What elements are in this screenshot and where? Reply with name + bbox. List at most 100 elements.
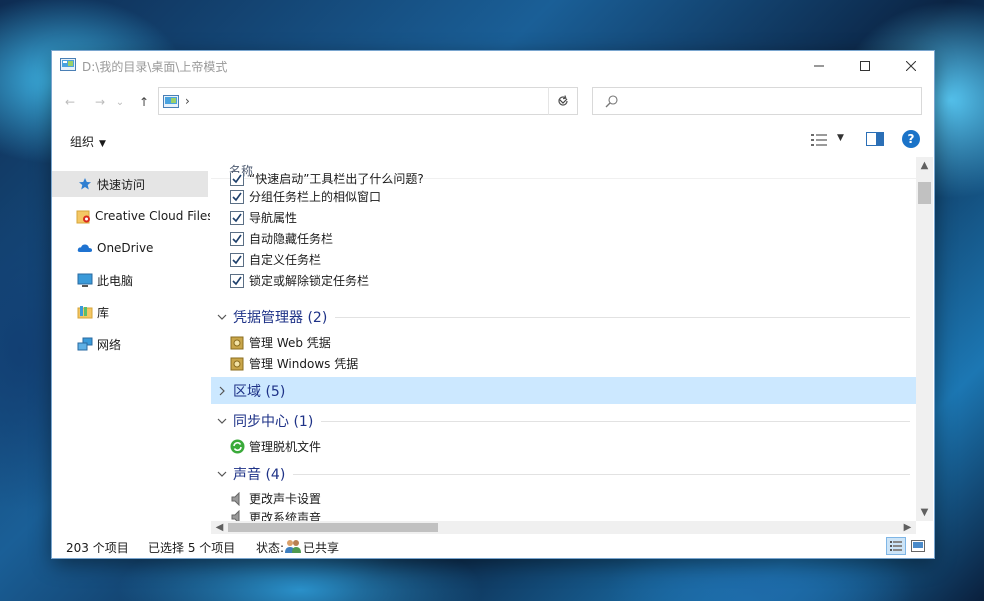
- status-value: 已共享: [303, 541, 340, 555]
- group-divider: [321, 421, 910, 422]
- status-bar: 203 个项目 已选择 5 个项目 状态: 已共享: [52, 534, 934, 558]
- back-arrow-icon: ←: [64, 95, 76, 109]
- speaker-icon: [229, 509, 245, 521]
- sidebar-item-creative-cloud[interactable]: Creative Cloud Files: [52, 203, 210, 229]
- organize-menu[interactable]: 组织 ▼: [70, 133, 106, 150]
- taskbar-checkbox-icon: [229, 173, 245, 187]
- list-item[interactable]: 导航属性: [229, 207, 297, 228]
- sidebar-item-label: 此电脑: [97, 273, 134, 288]
- group-header-region[interactable]: 区域 (5): [211, 377, 916, 404]
- refresh-button[interactable]: [548, 87, 578, 115]
- minimize-icon: [814, 65, 824, 67]
- scroll-up-icon[interactable]: ▲: [916, 157, 933, 174]
- item-label: 锁定或解除锁定任务栏: [249, 274, 370, 288]
- group-label: 同步中心 (1): [233, 413, 314, 430]
- list-item[interactable]: 管理脱机文件: [229, 436, 321, 457]
- creative-cloud-folder-icon: [76, 207, 92, 225]
- sidebar-item-label: Creative Cloud Files: [95, 209, 210, 223]
- item-label: 更改声卡设置: [249, 492, 322, 506]
- vertical-scrollbar[interactable]: ▲ ▼: [916, 157, 933, 521]
- group-label: 声音 (4): [233, 466, 286, 483]
- item-label: 管理 Windows 凭据: [249, 357, 359, 371]
- back-button[interactable]: ←: [60, 92, 80, 112]
- minimize-button[interactable]: [796, 51, 842, 81]
- list-item[interactable]: 管理 Windows 凭据: [229, 353, 358, 374]
- item-count: 203 个项目: [66, 541, 129, 555]
- item-label: 导航属性: [249, 211, 298, 225]
- search-icon: [605, 95, 618, 108]
- group-label: 区域 (5): [233, 383, 286, 400]
- list-item[interactable]: 自动隐藏任务栏: [229, 228, 333, 249]
- caret-down-icon: ▼: [99, 139, 106, 149]
- group-header-sound[interactable]: 声音 (4): [211, 460, 916, 487]
- scroll-right-icon[interactable]: ▶: [899, 521, 916, 534]
- scrollbar-thumb[interactable]: [918, 182, 931, 204]
- sidebar-item-onedrive[interactable]: OneDrive: [52, 235, 208, 261]
- control-panel-icon: [163, 95, 179, 108]
- group-divider: [293, 474, 910, 475]
- help-button[interactable]: ?: [902, 130, 920, 148]
- item-label: 自动隐藏任务栏: [249, 232, 334, 246]
- scroll-down-icon[interactable]: ▼: [916, 504, 933, 521]
- list-item[interactable]: 更改系统声音: [229, 509, 321, 521]
- address-bar[interactable]: ›: [158, 87, 578, 115]
- group-divider: [335, 317, 910, 318]
- preview-pane-button[interactable]: [866, 132, 884, 148]
- sidebar-item-quick-access[interactable]: 快速访问: [52, 171, 208, 197]
- chevron-down-icon: [217, 469, 227, 479]
- navigation-pane: 快速访问 Creative Cloud Files OneDrive 此电脑 库: [52, 157, 210, 534]
- list-item[interactable]: 自定义任务栏: [229, 249, 321, 270]
- details-view-button[interactable]: [886, 537, 906, 555]
- list-item[interactable]: 分组任务栏上的相似窗口: [229, 186, 381, 207]
- chevron-right-icon: [217, 386, 227, 396]
- maximize-button[interactable]: [842, 51, 888, 81]
- up-arrow-icon: ↑: [138, 95, 150, 109]
- list-item[interactable]: 管理 Web 凭据: [229, 332, 331, 353]
- large-icons-view-button[interactable]: [908, 537, 928, 555]
- title-bar[interactable]: D:\我的目录\桌面\上帝模式: [52, 51, 934, 81]
- sidebar-item-label: 网络: [97, 337, 122, 352]
- forward-arrow-icon: →: [94, 95, 106, 109]
- window-title: D:\我的目录\桌面\上帝模式: [82, 60, 228, 74]
- details-view-icon: [890, 541, 902, 551]
- sort-ascending-icon: ^: [611, 157, 619, 163]
- caret-down-icon: ▼: [837, 133, 844, 143]
- sidebar-item-network[interactable]: 网络: [52, 331, 208, 357]
- item-label: 分组任务栏上的相似窗口: [249, 190, 382, 204]
- status-label: 状态:: [256, 541, 285, 555]
- forward-button[interactable]: →: [90, 92, 110, 112]
- horizontal-scrollbar[interactable]: ◀ ▶: [211, 521, 916, 534]
- shared-users-icon: [285, 540, 301, 553]
- item-label: 管理脱机文件: [249, 440, 322, 454]
- search-input[interactable]: [592, 87, 922, 115]
- group-label: 凭据管理器 (2): [233, 309, 328, 326]
- sidebar-item-label: 库: [97, 305, 110, 320]
- scrollbar-thumb[interactable]: [228, 523, 438, 532]
- group-header-credential-manager[interactable]: 凭据管理器 (2): [211, 303, 916, 330]
- sidebar-item-library[interactable]: 库: [52, 299, 208, 325]
- scroll-left-icon[interactable]: ◀: [211, 521, 228, 534]
- credential-vault-icon: [229, 335, 245, 351]
- chevron-down-icon: [217, 312, 227, 322]
- organize-label: 组织: [70, 135, 95, 149]
- chevron-down-icon: [217, 416, 227, 426]
- taskbar-checkbox-icon: [229, 273, 245, 289]
- address-row: ← → ⌄ ↑ ›: [52, 85, 934, 119]
- taskbar-checkbox-icon: [229, 189, 245, 205]
- file-list: ^ 名称 “快速启动”工具栏出了什么问题? 分组任务栏上的相似窗口 导航属性 自…: [211, 157, 916, 521]
- list-item[interactable]: 锁定或解除锁定任务栏: [229, 270, 369, 291]
- credential-vault-icon: [229, 356, 245, 372]
- up-button[interactable]: ↑: [134, 92, 154, 112]
- computer-icon: [76, 271, 94, 289]
- close-button[interactable]: [888, 51, 934, 81]
- recent-locations-button[interactable]: ⌄: [114, 92, 126, 112]
- list-item[interactable]: “快速启动”工具栏出了什么问题?: [229, 173, 424, 187]
- sidebar-item-this-pc[interactable]: 此电脑: [52, 267, 208, 293]
- list-item[interactable]: 更改声卡设置: [229, 488, 321, 509]
- explorer-window: D:\我的目录\桌面\上帝模式 ← → ⌄ ↑ › 组织 ▼ ▼ ? 快速访问 …: [52, 51, 934, 558]
- breadcrumb-separator[interactable]: ›: [185, 94, 190, 108]
- maximize-icon: [860, 61, 870, 71]
- view-options-button[interactable]: ▼: [810, 132, 850, 148]
- group-header-sync-center[interactable]: 同步中心 (1): [211, 407, 916, 434]
- sync-icon: [229, 439, 245, 455]
